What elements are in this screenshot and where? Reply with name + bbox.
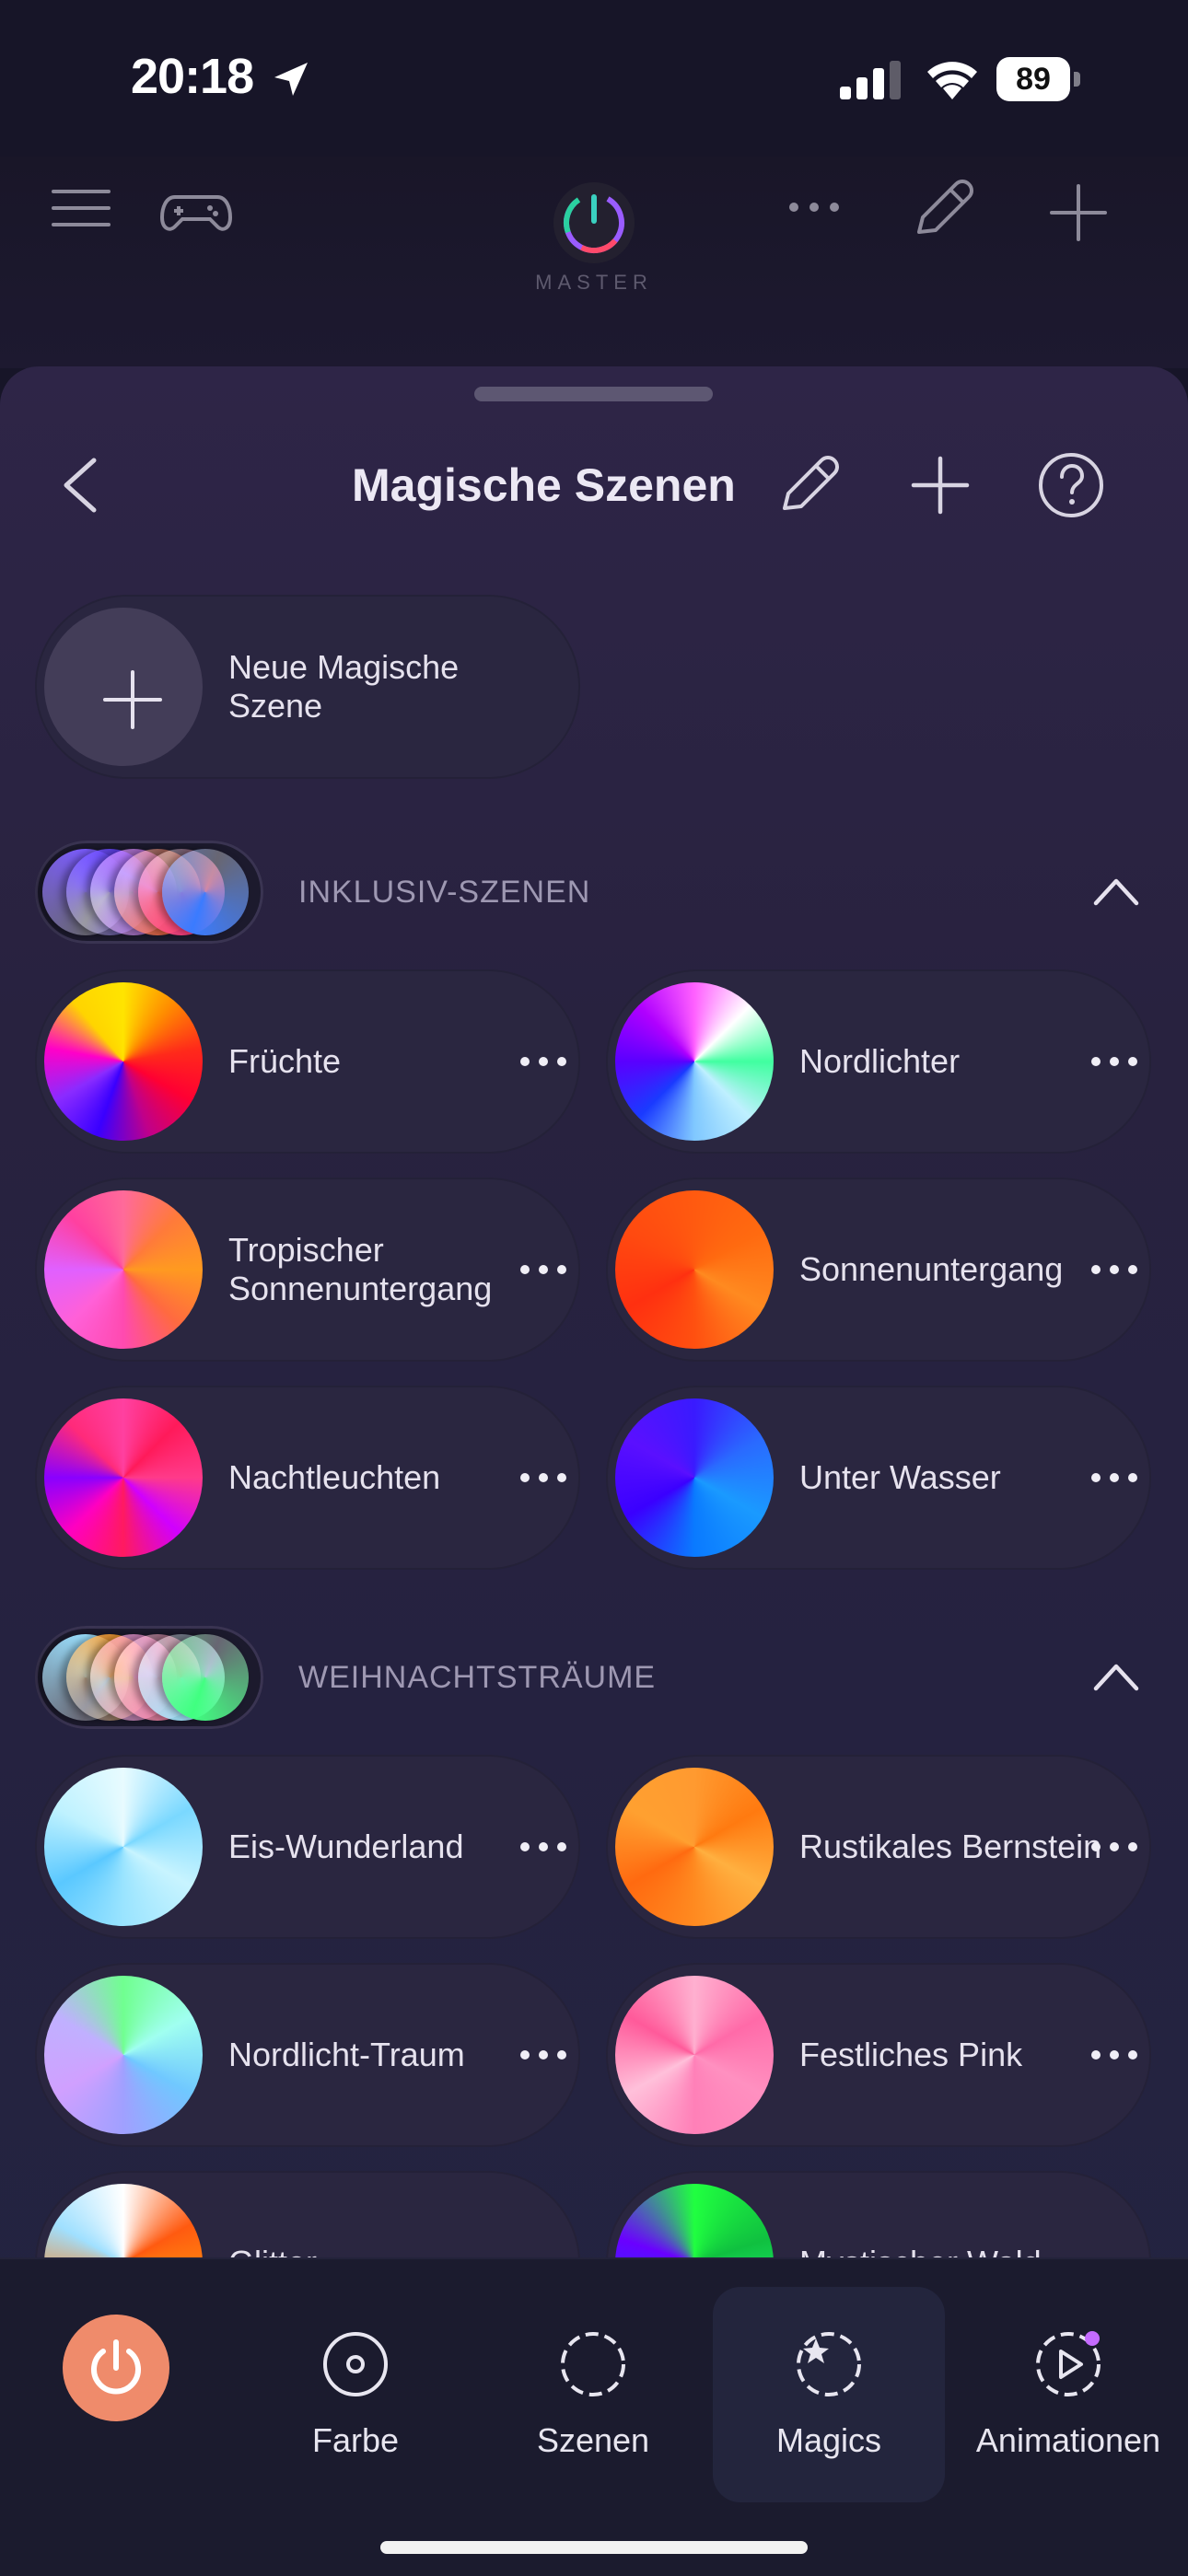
scene-card[interactable]: Nachtleuchten <box>35 1386 580 1570</box>
more-options-icon[interactable] <box>785 193 844 221</box>
scene-color-disc <box>44 1190 203 1349</box>
tab-label: Magics <box>775 2421 882 2459</box>
tab-farbe[interactable]: Farbe <box>239 2287 472 2502</box>
scene-more-icon[interactable] <box>1085 1450 1144 1505</box>
hamburger-menu-icon[interactable] <box>48 184 114 232</box>
power-button[interactable] <box>63 2315 169 2421</box>
power-icon <box>91 2339 141 2395</box>
chevron-up-icon[interactable] <box>1090 1654 1142 1701</box>
location-arrow-icon <box>274 63 308 96</box>
plus-icon <box>103 670 162 729</box>
scene-name: Nachtleuchten <box>228 1458 441 1496</box>
pencil-icon[interactable] <box>910 175 976 241</box>
scene-name: Tropischer Sonnenuntergang <box>228 1231 493 1307</box>
back-chevron-icon[interactable] <box>55 453 105 517</box>
scene-color-disc <box>44 1976 203 2134</box>
scene-color-stack <box>35 841 263 944</box>
animation-play-icon <box>1036 2331 1101 2396</box>
scene-card[interactable]: Tropischer Sonnenuntergang <box>35 1178 580 1362</box>
scene-color-disc <box>615 1190 774 1349</box>
master-label: MASTER <box>535 271 653 294</box>
scene-name: Eis-Wunderland <box>228 1828 464 1865</box>
scene-name: Festliches Pink <box>799 2036 1023 2073</box>
tab-label: Szenen <box>536 2421 650 2459</box>
tab-label: Animationen <box>975 2421 1161 2459</box>
battery-level: 89 <box>996 57 1070 101</box>
magic-scenes-sheet: Magische Szenen Neue Magische Szene INKL… <box>0 366 1188 2574</box>
scene-color-disc <box>615 1768 774 1926</box>
battery-tip <box>1074 72 1080 87</box>
scene-name: Sonnenuntergang <box>799 1250 1064 1288</box>
scene-name: Rustikales Bernstein <box>799 1828 1102 1865</box>
tab-animationen[interactable]: Animationen <box>952 2287 1184 2502</box>
scene-color-disc <box>615 1976 774 2134</box>
sheet-grabber[interactable] <box>474 387 713 401</box>
scene-more-icon[interactable] <box>1085 1034 1144 1089</box>
scene-name: Unter Wasser <box>799 1458 1001 1496</box>
gamepad-icon[interactable] <box>158 184 234 239</box>
scene-more-icon[interactable] <box>514 2027 573 2083</box>
scene-color-disc <box>615 1398 774 1557</box>
scene-more-icon[interactable] <box>514 1034 573 1089</box>
stack-swatch <box>162 1634 249 1721</box>
magic-star-icon <box>797 2332 861 2396</box>
scene-color-disc <box>615 982 774 1141</box>
plus-icon[interactable] <box>1048 182 1109 243</box>
new-scene-disc <box>44 608 203 766</box>
scene-color-stack <box>35 1626 263 1729</box>
scene-name: Nordlicht-Traum <box>228 2036 465 2073</box>
page-title: Magische Szenen <box>352 459 736 511</box>
scene-more-icon[interactable] <box>1085 1819 1144 1874</box>
scene-more-icon[interactable] <box>514 1242 573 1297</box>
tab-label: Farbe <box>311 2421 400 2459</box>
scene-card[interactable]: Rustikales Bernstein <box>606 1755 1151 1939</box>
scene-color-disc <box>44 1398 203 1557</box>
status-bar: 20:18 89 <box>0 0 1188 157</box>
scene-color-disc <box>44 982 203 1141</box>
home-indicator[interactable] <box>380 2541 808 2554</box>
stack-swatch <box>162 849 249 935</box>
scene-name: Früchte <box>228 1042 342 1080</box>
scene-name: Nordlichter <box>799 1042 961 1080</box>
add-scene-icon[interactable] <box>910 455 971 516</box>
battery-indicator: 89 <box>996 57 1081 101</box>
scene-more-icon[interactable] <box>514 1819 573 1874</box>
section-header[interactable]: WEIHNACHTSTRÄUME <box>35 1626 1159 1729</box>
scene-card[interactable]: Nordlichter <box>606 969 1151 1154</box>
scene-more-icon[interactable] <box>1085 1242 1144 1297</box>
scene-card[interactable]: Unter Wasser <box>606 1386 1151 1570</box>
status-time: 20:18 <box>131 49 254 104</box>
help-icon[interactable] <box>1037 451 1105 519</box>
scene-color-disc <box>44 1768 203 1926</box>
scene-more-icon[interactable] <box>514 1450 573 1505</box>
tab-szenen[interactable]: Szenen <box>477 2287 709 2502</box>
tab-magics[interactable]: Magics <box>713 2287 945 2502</box>
chevron-up-icon[interactable] <box>1090 868 1142 916</box>
bottom-tab-bar: Farbe Szenen Magics Animationen <box>0 2257 1188 2576</box>
color-dial-icon <box>323 2332 388 2396</box>
scene-card[interactable]: Eis-Wunderland <box>35 1755 580 1939</box>
dashed-circle-icon <box>561 2332 625 2396</box>
master-power-button[interactable]: MASTER <box>525 166 663 304</box>
section-title: WEIHNACHTSTRÄUME <box>298 1660 657 1695</box>
scene-more-icon[interactable] <box>1085 2027 1144 2083</box>
edit-pencil-icon[interactable] <box>775 451 842 517</box>
section-title: INKLUSIV-SZENEN <box>298 875 591 910</box>
scene-card[interactable]: Früchte <box>35 969 580 1154</box>
new-magic-scene-button[interactable]: Neue Magische Szene <box>35 595 580 779</box>
scene-card[interactable]: Nordlicht-Traum <box>35 1963 580 2147</box>
scene-card[interactable]: Festliches Pink <box>606 1963 1151 2147</box>
cellular-signal-icon <box>840 61 901 99</box>
scene-card[interactable]: Sonnenuntergang <box>606 1178 1151 1362</box>
section-header[interactable]: INKLUSIV-SZENEN <box>35 841 1159 944</box>
wifi-icon <box>927 62 977 99</box>
new-scene-label: Neue Magische Szene <box>228 648 460 725</box>
